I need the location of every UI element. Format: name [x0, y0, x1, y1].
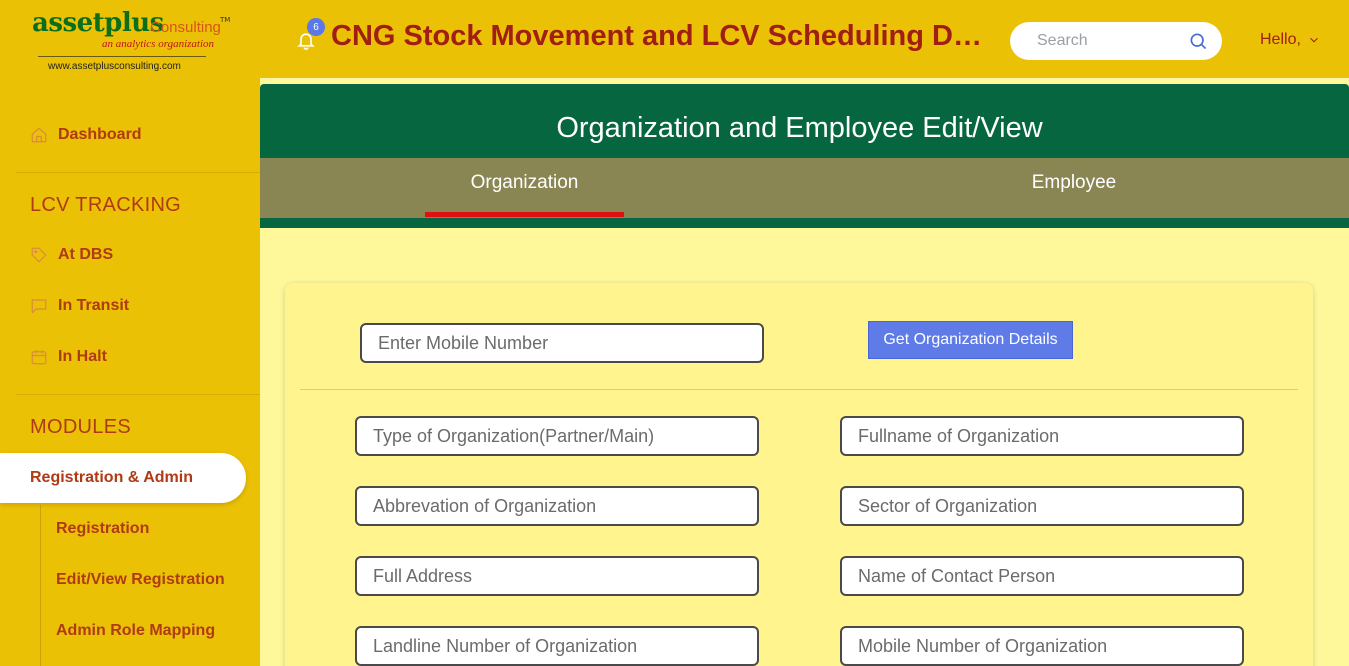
- sidebar-subitem-admin-role-mapping[interactable]: Admin Role Mapping: [56, 622, 215, 640]
- mobile-number-input[interactable]: [362, 325, 762, 361]
- sidebar-divider: [16, 394, 260, 395]
- calendar-icon: [31, 349, 47, 365]
- org-mobile-number-field: [840, 626, 1244, 666]
- tag-icon: [31, 247, 47, 263]
- full-address-input[interactable]: [357, 558, 757, 594]
- top-header: 6 CNG Stock Movement and LCV Scheduling …: [260, 0, 1349, 80]
- section-title-modules: MODULES: [30, 416, 132, 438]
- notification-count-badge: 6: [307, 18, 325, 36]
- user-menu[interactable]: Hello,: [1260, 31, 1321, 49]
- tab-bar: Organization Employee: [260, 158, 1349, 218]
- page-banner: Organization and Employee Edit/View Orga…: [260, 84, 1349, 228]
- sidebar-item-label: In Halt: [58, 348, 107, 365]
- contact-person-field: [840, 556, 1244, 596]
- tab-organization[interactable]: Organization: [425, 172, 624, 194]
- mobile-number-field: [360, 323, 764, 363]
- logo-trademark: TM: [220, 16, 231, 24]
- sidebar-item-at-dbs[interactable]: At DBS: [30, 246, 113, 264]
- app-title: CNG Stock Movement and LCV Scheduling Da…: [331, 20, 991, 52]
- sidebar-subitem-registration[interactable]: Registration: [56, 520, 149, 538]
- home-icon: [31, 127, 47, 143]
- organization-form-card: Get Organization Details: [285, 283, 1313, 666]
- chevron-down-icon: [1310, 37, 1318, 43]
- org-type-field: [355, 416, 759, 456]
- sidebar-item-label: In Transit: [58, 297, 130, 314]
- landline-number-input[interactable]: [357, 628, 757, 664]
- search-box: [1010, 22, 1222, 60]
- logo-underline: [38, 56, 206, 57]
- chat-bubble-icon: [31, 299, 47, 314]
- landline-number-field: [355, 626, 759, 666]
- active-tab-indicator: [425, 212, 624, 217]
- org-fullname-input[interactable]: [842, 418, 1242, 454]
- sidebar-item-label: Dashboard: [58, 126, 142, 143]
- sidebar-item-registration-admin[interactable]: Registration & Admin: [0, 453, 246, 503]
- org-sector-field: [840, 486, 1244, 526]
- org-abbreviation-field: [355, 486, 759, 526]
- logo-url: www.assetplusconsulting.com: [48, 61, 181, 72]
- org-abbreviation-input[interactable]: [357, 488, 757, 524]
- submenu-guide-line: [40, 505, 41, 666]
- sidebar: assetplus Consulting TM an analytics org…: [0, 0, 260, 666]
- full-address-field: [355, 556, 759, 596]
- org-type-input[interactable]: [357, 418, 757, 454]
- form-divider: [300, 389, 1298, 390]
- sidebar-item-dashboard[interactable]: Dashboard: [30, 126, 142, 144]
- sidebar-item-in-halt[interactable]: In Halt: [30, 348, 107, 366]
- sidebar-divider: [16, 172, 260, 173]
- org-fullname-field: [840, 416, 1244, 456]
- company-logo[interactable]: assetplus Consulting TM an analytics org…: [32, 8, 242, 78]
- sidebar-subitem-edit-view-registration[interactable]: Edit/View Registration: [56, 571, 225, 589]
- logo-consulting-text: Consulting: [150, 19, 221, 36]
- page-title: Organization and Employee Edit/View: [556, 112, 1043, 144]
- contact-person-input[interactable]: [842, 558, 1242, 594]
- sidebar-item-label: At DBS: [58, 246, 114, 263]
- logo-tagline: an analytics organization: [102, 38, 215, 50]
- org-mobile-number-input[interactable]: [842, 628, 1242, 664]
- section-title-lcv-tracking: LCV TRACKING: [30, 194, 182, 216]
- get-organization-details-button[interactable]: Get Organization Details: [868, 321, 1073, 359]
- sidebar-item-in-transit[interactable]: In Transit: [30, 297, 129, 315]
- tab-employee[interactable]: Employee: [974, 172, 1174, 194]
- logo-brand-text: assetplus: [32, 8, 164, 38]
- user-greeting: Hello,: [1260, 31, 1301, 48]
- search-icon[interactable]: [1188, 31, 1208, 51]
- org-sector-input[interactable]: [842, 488, 1242, 524]
